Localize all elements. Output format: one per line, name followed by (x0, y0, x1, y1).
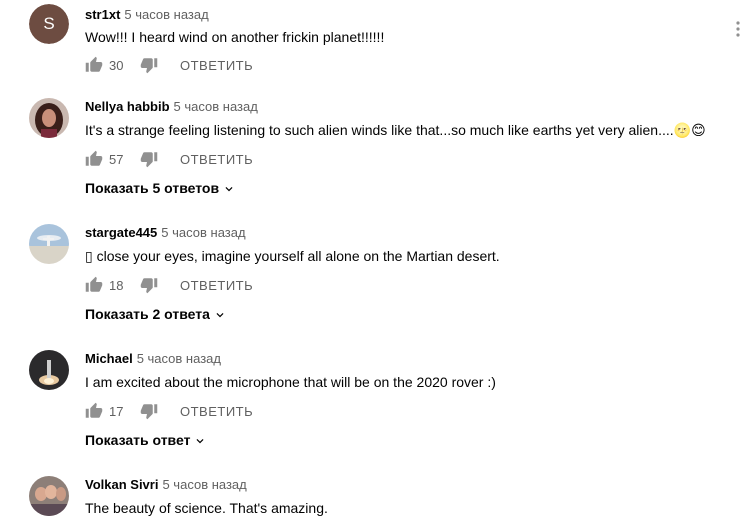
like-count: 57 (109, 152, 124, 167)
comment-time[interactable]: 5 часов назад (174, 99, 258, 114)
reply-button[interactable]: ОТВЕТИТЬ (180, 402, 253, 422)
show-replies-label: Показать ответ (85, 432, 191, 448)
comment-text: Wow!!! I heard wind on another frickin p… (85, 29, 385, 45)
thumbs-up-icon[interactable] (85, 402, 103, 420)
avatar-letter: S (29, 4, 69, 44)
reply-button[interactable]: ОТВЕТИТЬ (180, 276, 253, 296)
thumbs-up-icon[interactable] (85, 56, 103, 74)
show-replies-label: Показать 2 ответа (85, 306, 210, 322)
author-name[interactable]: Volkan Sivri (85, 477, 158, 492)
author-name[interactable]: Michael (85, 351, 133, 366)
like-count: 17 (109, 404, 124, 419)
comment-time[interactable]: 5 часов назад (162, 477, 246, 492)
thumbs-up-icon[interactable] (85, 276, 103, 294)
avatar-photo (29, 476, 69, 516)
comment-time[interactable]: 5 часов назад (161, 225, 245, 240)
avatar[interactable] (29, 350, 69, 390)
chevron-down-icon (222, 182, 236, 196)
comment-header: Nellya habbib 5 часов назад (85, 98, 258, 116)
avatar-photo (29, 350, 69, 390)
comment-header: stargate445 5 часов назад (85, 224, 246, 242)
comment-text: It's a strange feeling listening to such… (85, 122, 706, 138)
comment-text: The beauty of science. That's amazing. (85, 500, 328, 516)
avatar[interactable]: S (29, 4, 69, 44)
show-replies-label: Показать 5 ответов (85, 180, 220, 196)
chevron-down-icon (213, 308, 227, 322)
reply-button[interactable]: ОТВЕТИТЬ (180, 56, 253, 76)
author-name[interactable]: str1xt (85, 7, 120, 22)
reply-button[interactable]: ОТВЕТИТЬ (180, 150, 253, 170)
show-replies-button[interactable]: Показать 5 ответов (85, 178, 236, 198)
show-replies-button[interactable]: Показать ответ (85, 430, 207, 450)
like-count: 30 (109, 58, 124, 73)
avatar-photo (29, 98, 69, 138)
thumbs-down-icon[interactable] (140, 402, 158, 420)
like-count: 18 (109, 278, 124, 293)
show-replies-button[interactable]: Показать 2 ответа (85, 304, 227, 324)
avatar[interactable] (29, 224, 69, 264)
thumbs-up-icon[interactable] (85, 150, 103, 168)
comment-header: str1xt 5 часов назад (85, 6, 209, 24)
comment-text: I am excited about the microphone that w… (85, 374, 496, 390)
thumbs-down-icon[interactable] (140, 276, 158, 294)
avatar[interactable] (29, 476, 69, 516)
comment-time[interactable]: 5 часов назад (137, 351, 221, 366)
avatar-photo (29, 224, 69, 264)
comment-header: Volkan Sivri 5 часов назад (85, 476, 247, 494)
more-vert-icon[interactable] (735, 20, 741, 38)
thumbs-down-icon[interactable] (140, 150, 158, 168)
avatar[interactable] (29, 98, 69, 138)
thumbs-down-icon[interactable] (140, 56, 158, 74)
chevron-down-icon (193, 434, 207, 448)
author-name[interactable]: stargate445 (85, 225, 157, 240)
comment-text: ▯ close your eyes, imagine yourself all … (85, 248, 500, 264)
comment-header: Michael 5 часов назад (85, 350, 221, 368)
comment-time[interactable]: 5 часов назад (124, 7, 208, 22)
author-name[interactable]: Nellya habbib (85, 99, 170, 114)
